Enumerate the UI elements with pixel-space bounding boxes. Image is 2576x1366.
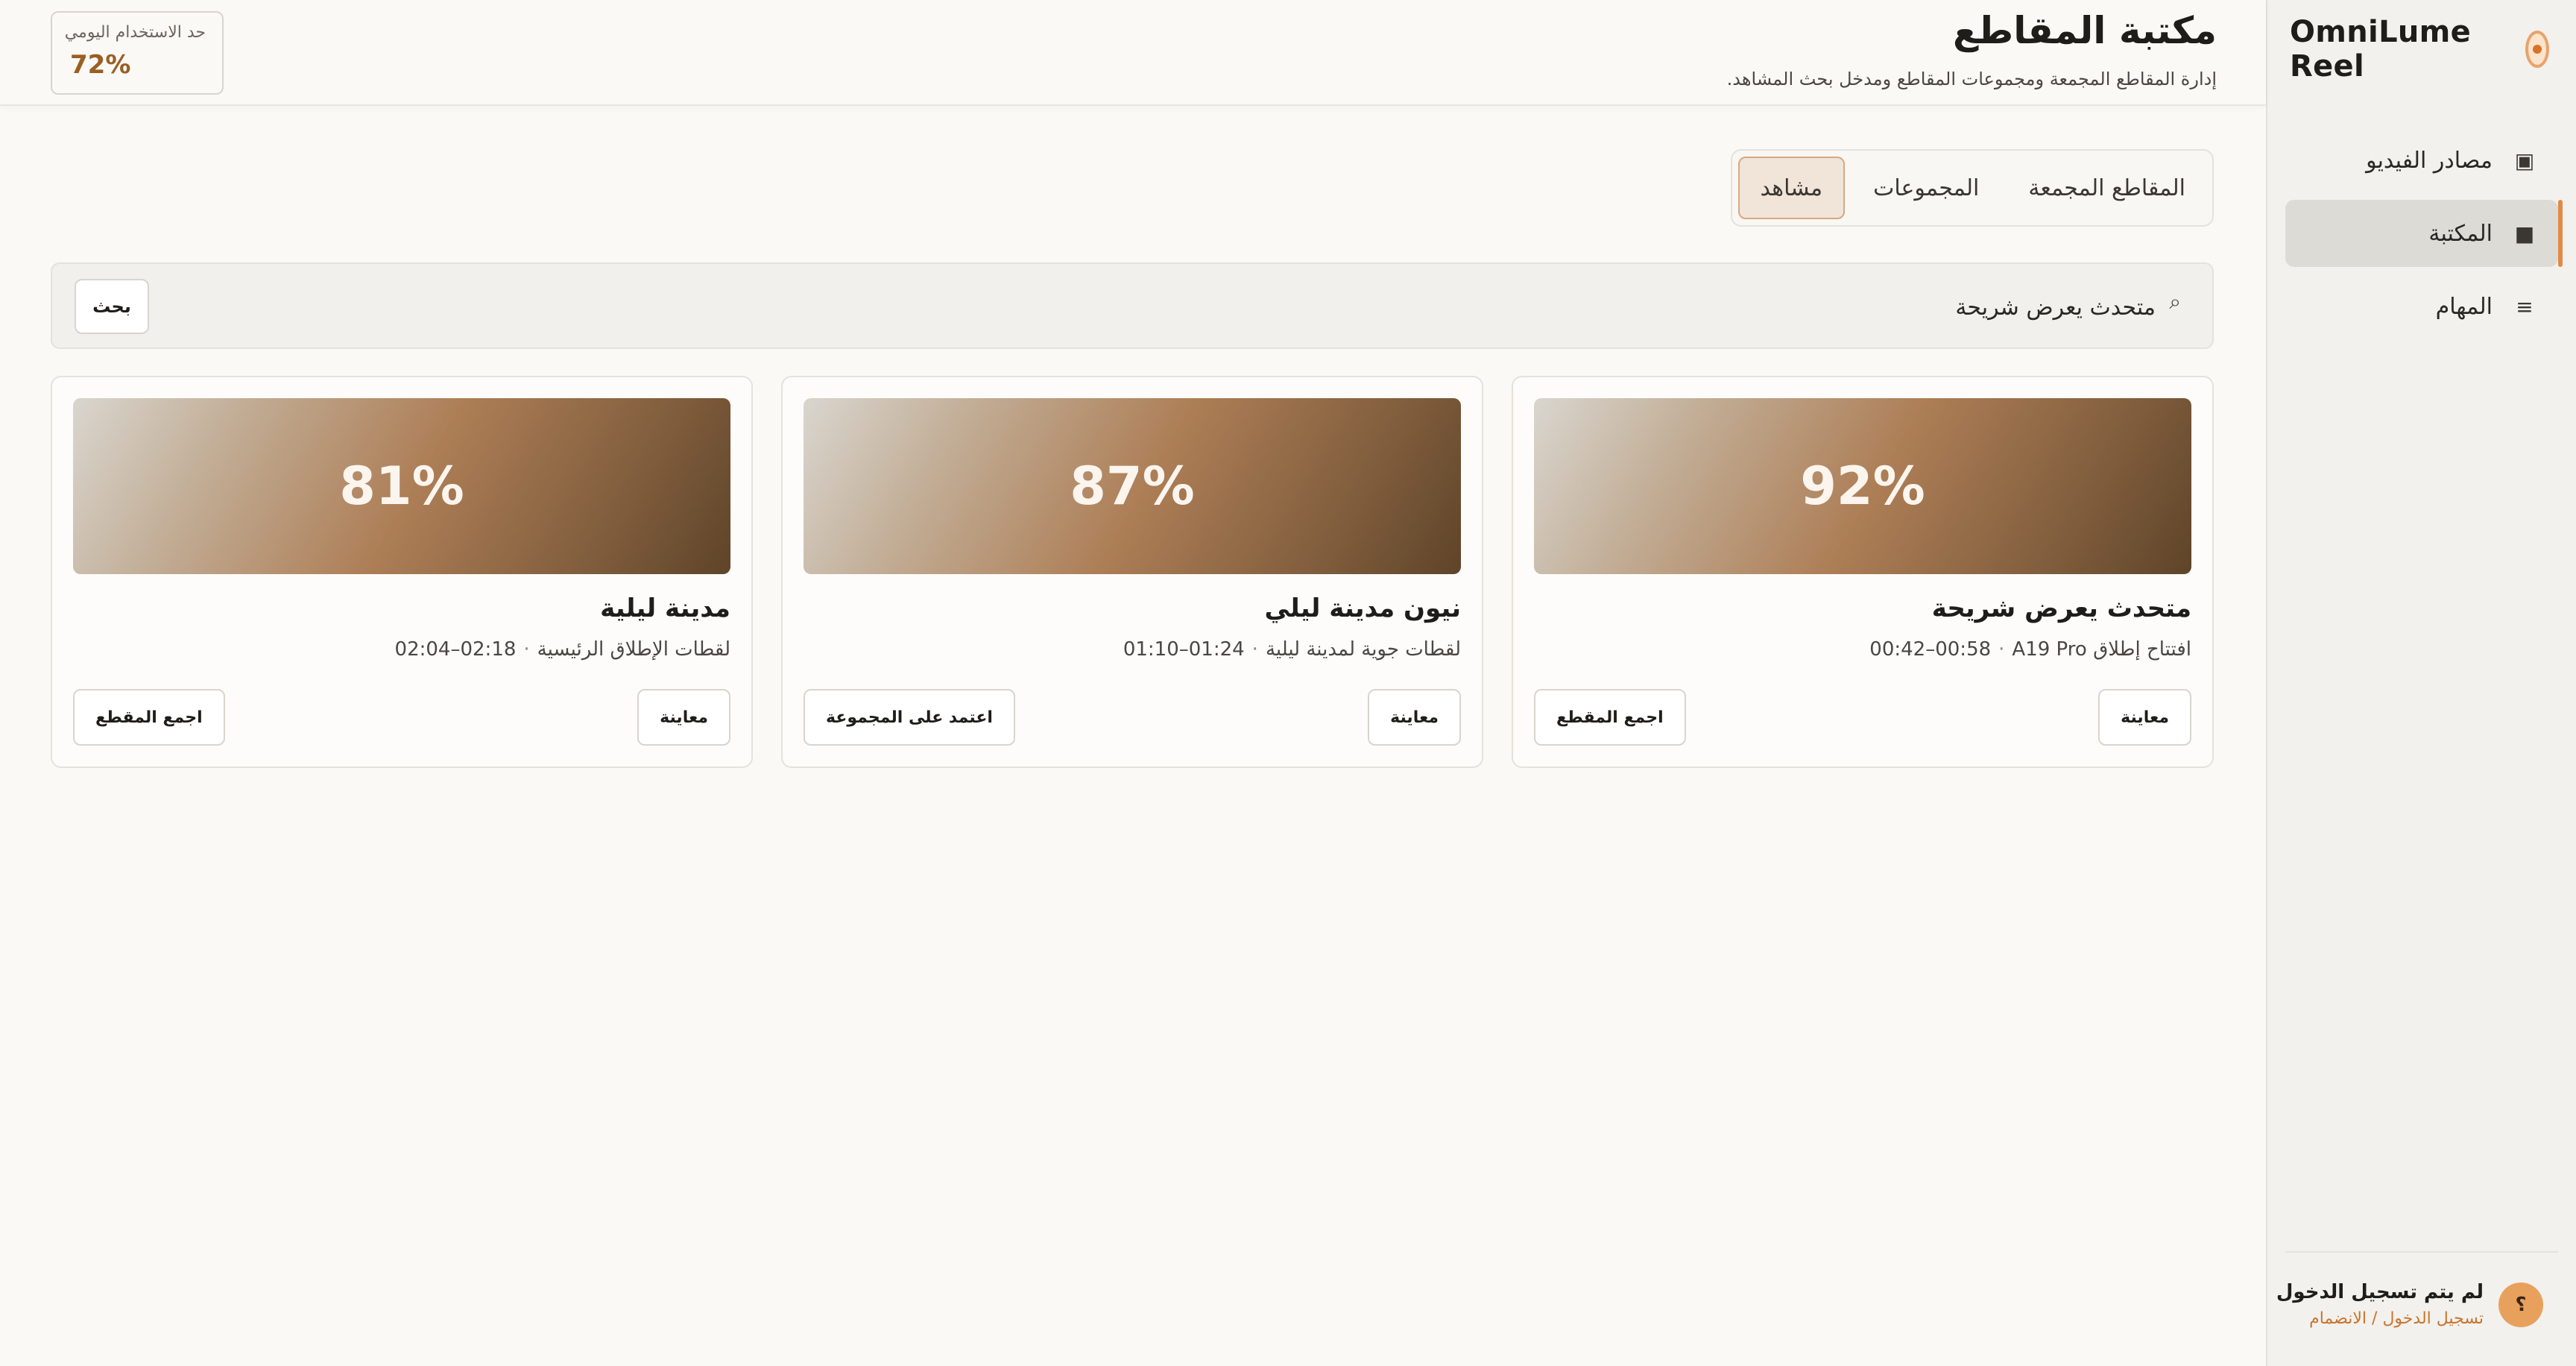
scene-source: لقطات الإطلاق الرئيسية — [537, 638, 730, 661]
apply-to-collection-button[interactable]: اعتمد على المجموعة — [804, 689, 1015, 746]
brand[interactable]: OmniLume Reel — [2290, 15, 2549, 84]
card-actions: معاينة اجمع المقطع — [73, 689, 730, 746]
library-square-icon: ■ — [2514, 221, 2535, 246]
scene-title: متحدث يعرض شريحة — [1931, 594, 2191, 623]
scene-time-range: 02:04–02:18 — [394, 638, 517, 661]
user-info: لم يتم تسجيل الدخول تسجيل الدخول / الانض… — [2276, 1281, 2484, 1328]
scene-card: 87% نيون مدينة ليلي لقطات جوية لمدينة لي… — [781, 376, 1483, 768]
scene-meta: لقطات الإطلاق الرئيسية · 02:04–02:18 — [73, 638, 730, 661]
scene-time-range: 00:42–00:58 — [1869, 638, 1992, 661]
page-header: مكتبة المقاطع إدارة المقاطع المجمعة ومجم… — [0, 0, 2266, 106]
library-tabs: المقاطع المجمعة المجموعات مشاهد — [1730, 149, 2214, 227]
daily-quota-badge: حد الاستخدام اليومي 72% — [51, 11, 224, 95]
sidebar-item-video-sources[interactable]: ▣ مصادر الفيديو — [2285, 127, 2558, 194]
scene-card: 92% متحدث يعرض شريحة افتتاح إطلاق A19 Pr… — [1512, 376, 2214, 768]
page-subtitle: إدارة المقاطع المجمعة ومجموعات المقاطع و… — [1726, 69, 2217, 89]
preview-button[interactable]: معاينة — [637, 689, 730, 746]
sidebar-item-library[interactable]: ■ المكتبة — [2285, 200, 2563, 267]
sidebar-item-tasks[interactable]: ≡ المهام — [2285, 273, 2558, 340]
brand-logo-icon — [2525, 31, 2549, 68]
quota-label: حد الاستخدام اليومي — [64, 23, 206, 42]
tasks-list-icon: ≡ — [2516, 294, 2534, 319]
card-actions: معاينة اجمع المقطع — [1534, 689, 2191, 746]
match-score: 81% — [339, 456, 464, 517]
card-actions: معاينة اعتمد على المجموعة — [804, 689, 1461, 746]
sidebar-divider — [2285, 1251, 2558, 1253]
meta-separator: · — [523, 638, 530, 661]
search-input[interactable] — [1038, 285, 2156, 330]
sidebar-nav: ▣ مصادر الفيديو ■ المكتبة ≡ المهام — [2285, 127, 2563, 346]
scene-results: 92% متحدث يعرض شريحة افتتاح إطلاق A19 Pr… — [51, 376, 2214, 768]
scene-meta: افتتاح إطلاق A19 Pro · 00:42–00:58 — [1534, 638, 2191, 661]
avatar[interactable]: ؟ — [2498, 1282, 2543, 1327]
tab-collections[interactable]: المجموعات — [1852, 157, 2000, 219]
sidebar-item-label: المكتبة — [2428, 220, 2493, 247]
collect-clip-button[interactable]: اجمع المقطع — [73, 689, 225, 746]
match-score: 87% — [1070, 456, 1195, 517]
scene-search-bar: ⌕ بحث — [51, 262, 2214, 349]
quota-value: 72% — [70, 50, 131, 80]
sidebar: OmniLume Reel ▣ مصادر الفيديو ■ المكتبة … — [2266, 0, 2576, 1366]
scene-title: مدينة ليلية — [600, 594, 730, 623]
preview-button[interactable]: معاينة — [1368, 689, 1461, 746]
sidebar-item-label: المهام — [2435, 293, 2493, 320]
page-title: مكتبة المقاطع — [1952, 9, 2217, 52]
brand-name: OmniLume Reel — [2290, 15, 2472, 84]
meta-separator: · — [1251, 638, 1258, 661]
match-score: 92% — [1800, 456, 1925, 517]
scene-meta: لقطات جوية لمدينة ليلية · 01:10–01:24 — [804, 638, 1461, 661]
user-panel: ؟ لم يتم تسجيل الدخول تسجيل الدخول / الا… — [2276, 1281, 2543, 1328]
login-status: لم يتم تسجيل الدخول — [2276, 1281, 2484, 1303]
scene-thumbnail[interactable]: 92% — [1534, 398, 2191, 574]
scene-source: لقطات جوية لمدينة ليلية — [1265, 638, 1461, 661]
scene-source: افتتاح إطلاق A19 Pro — [2012, 638, 2191, 661]
scene-card: 81% مدينة ليلية لقطات الإطلاق الرئيسية · 0… — [51, 376, 753, 768]
scene-thumbnail[interactable]: 87% — [804, 398, 1461, 574]
scene-thumbnail[interactable]: 81% — [73, 398, 730, 574]
video-source-icon: ▣ — [2514, 148, 2535, 173]
scene-title: نيون مدينة ليلي — [1264, 594, 1461, 623]
search-icon: ⌕ — [2169, 289, 2181, 314]
tab-scenes[interactable]: مشاهد — [1737, 157, 1846, 219]
preview-button[interactable]: معاينة — [2098, 689, 2191, 746]
login-link[interactable]: تسجيل الدخول / الانضمام — [2276, 1309, 2484, 1328]
tab-collected-clips[interactable]: المقاطع المجمعة — [2007, 157, 2206, 219]
search-button[interactable]: بحث — [75, 279, 149, 334]
collect-clip-button[interactable]: اجمع المقطع — [1534, 689, 1686, 746]
scene-time-range: 01:10–01:24 — [1123, 638, 1245, 661]
meta-separator: · — [1998, 638, 2005, 661]
sidebar-item-label: مصادر الفيديو — [2366, 147, 2493, 174]
